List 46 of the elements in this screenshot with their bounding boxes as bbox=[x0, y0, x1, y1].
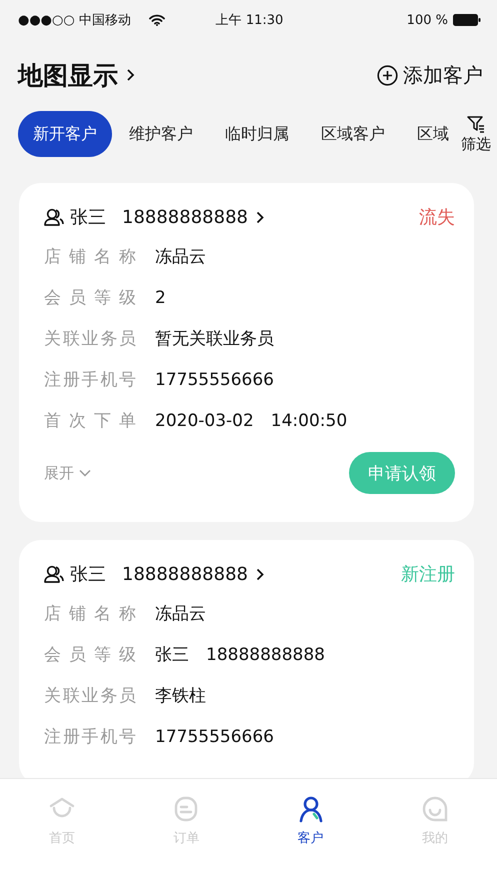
customer-name-link[interactable]: 张三 18888888888 bbox=[44, 205, 264, 229]
filter-tab[interactable]: 区域客户 bbox=[306, 111, 400, 157]
field-value: 17755556666 bbox=[155, 726, 274, 746]
field-label: 首次下单 bbox=[44, 410, 136, 432]
filter-tab[interactable]: 临时归属 bbox=[210, 111, 304, 157]
status-text: 新注册 bbox=[401, 563, 455, 586]
map-display-link[interactable]: 地图显示 bbox=[18, 58, 135, 92]
field-value: 2020-03-02 14:00:50 bbox=[155, 410, 348, 432]
filter-tab[interactable]: 区域 bbox=[402, 111, 455, 157]
customer-name-link[interactable]: 张三 18888888888 bbox=[44, 562, 264, 586]
field-label: 注册手机号 bbox=[44, 726, 136, 748]
field-label: 会员等级 bbox=[44, 644, 136, 666]
add-customer-button[interactable]: 添加客户 bbox=[377, 62, 483, 88]
filter-button[interactable]: 筛选 bbox=[455, 114, 497, 154]
wifi-icon bbox=[148, 14, 165, 26]
field-value: 冻品云 bbox=[155, 246, 206, 268]
plus-circle-icon bbox=[377, 64, 398, 86]
clock-text: 上午 11:30 bbox=[214, 12, 284, 29]
field-value: 李铁柱 bbox=[155, 685, 206, 707]
chevron-right-icon bbox=[256, 568, 264, 580]
field-label: 店铺名称 bbox=[44, 603, 136, 625]
smile-icon bbox=[420, 795, 449, 823]
field-value: 2 bbox=[155, 288, 166, 308]
chevron-down-icon bbox=[79, 469, 91, 477]
field-value: 张三 18888888888 bbox=[155, 644, 325, 666]
field-label: 关联业务员 bbox=[44, 328, 136, 350]
tab-bar-item[interactable]: 客户 bbox=[248, 795, 373, 847]
status-text: 流失 bbox=[419, 206, 455, 229]
field-label: 店铺名称 bbox=[44, 246, 136, 268]
person-icon bbox=[44, 565, 64, 583]
filter-tab[interactable]: 维护客户 bbox=[114, 111, 208, 157]
carrier-text: ●●●○○ 中国移动 bbox=[18, 12, 131, 29]
chevron-right-icon bbox=[126, 68, 135, 82]
person-icon bbox=[44, 208, 64, 226]
filter-tab[interactable]: 新开客户 bbox=[18, 111, 112, 157]
field-label: 关联业务员 bbox=[44, 685, 136, 707]
battery-text: 100 % bbox=[406, 12, 448, 28]
person-icon bbox=[296, 795, 325, 823]
battery-icon bbox=[452, 14, 481, 26]
field-value: 暂无关联业务员 bbox=[155, 328, 274, 350]
field-value: 冻品云 bbox=[155, 603, 206, 625]
filter-icon bbox=[466, 114, 486, 134]
field-value: 17755556666 bbox=[155, 370, 274, 390]
field-label: 会员等级 bbox=[44, 287, 136, 309]
chevron-right-icon bbox=[256, 210, 264, 224]
field-label: 注册手机号 bbox=[44, 369, 136, 391]
